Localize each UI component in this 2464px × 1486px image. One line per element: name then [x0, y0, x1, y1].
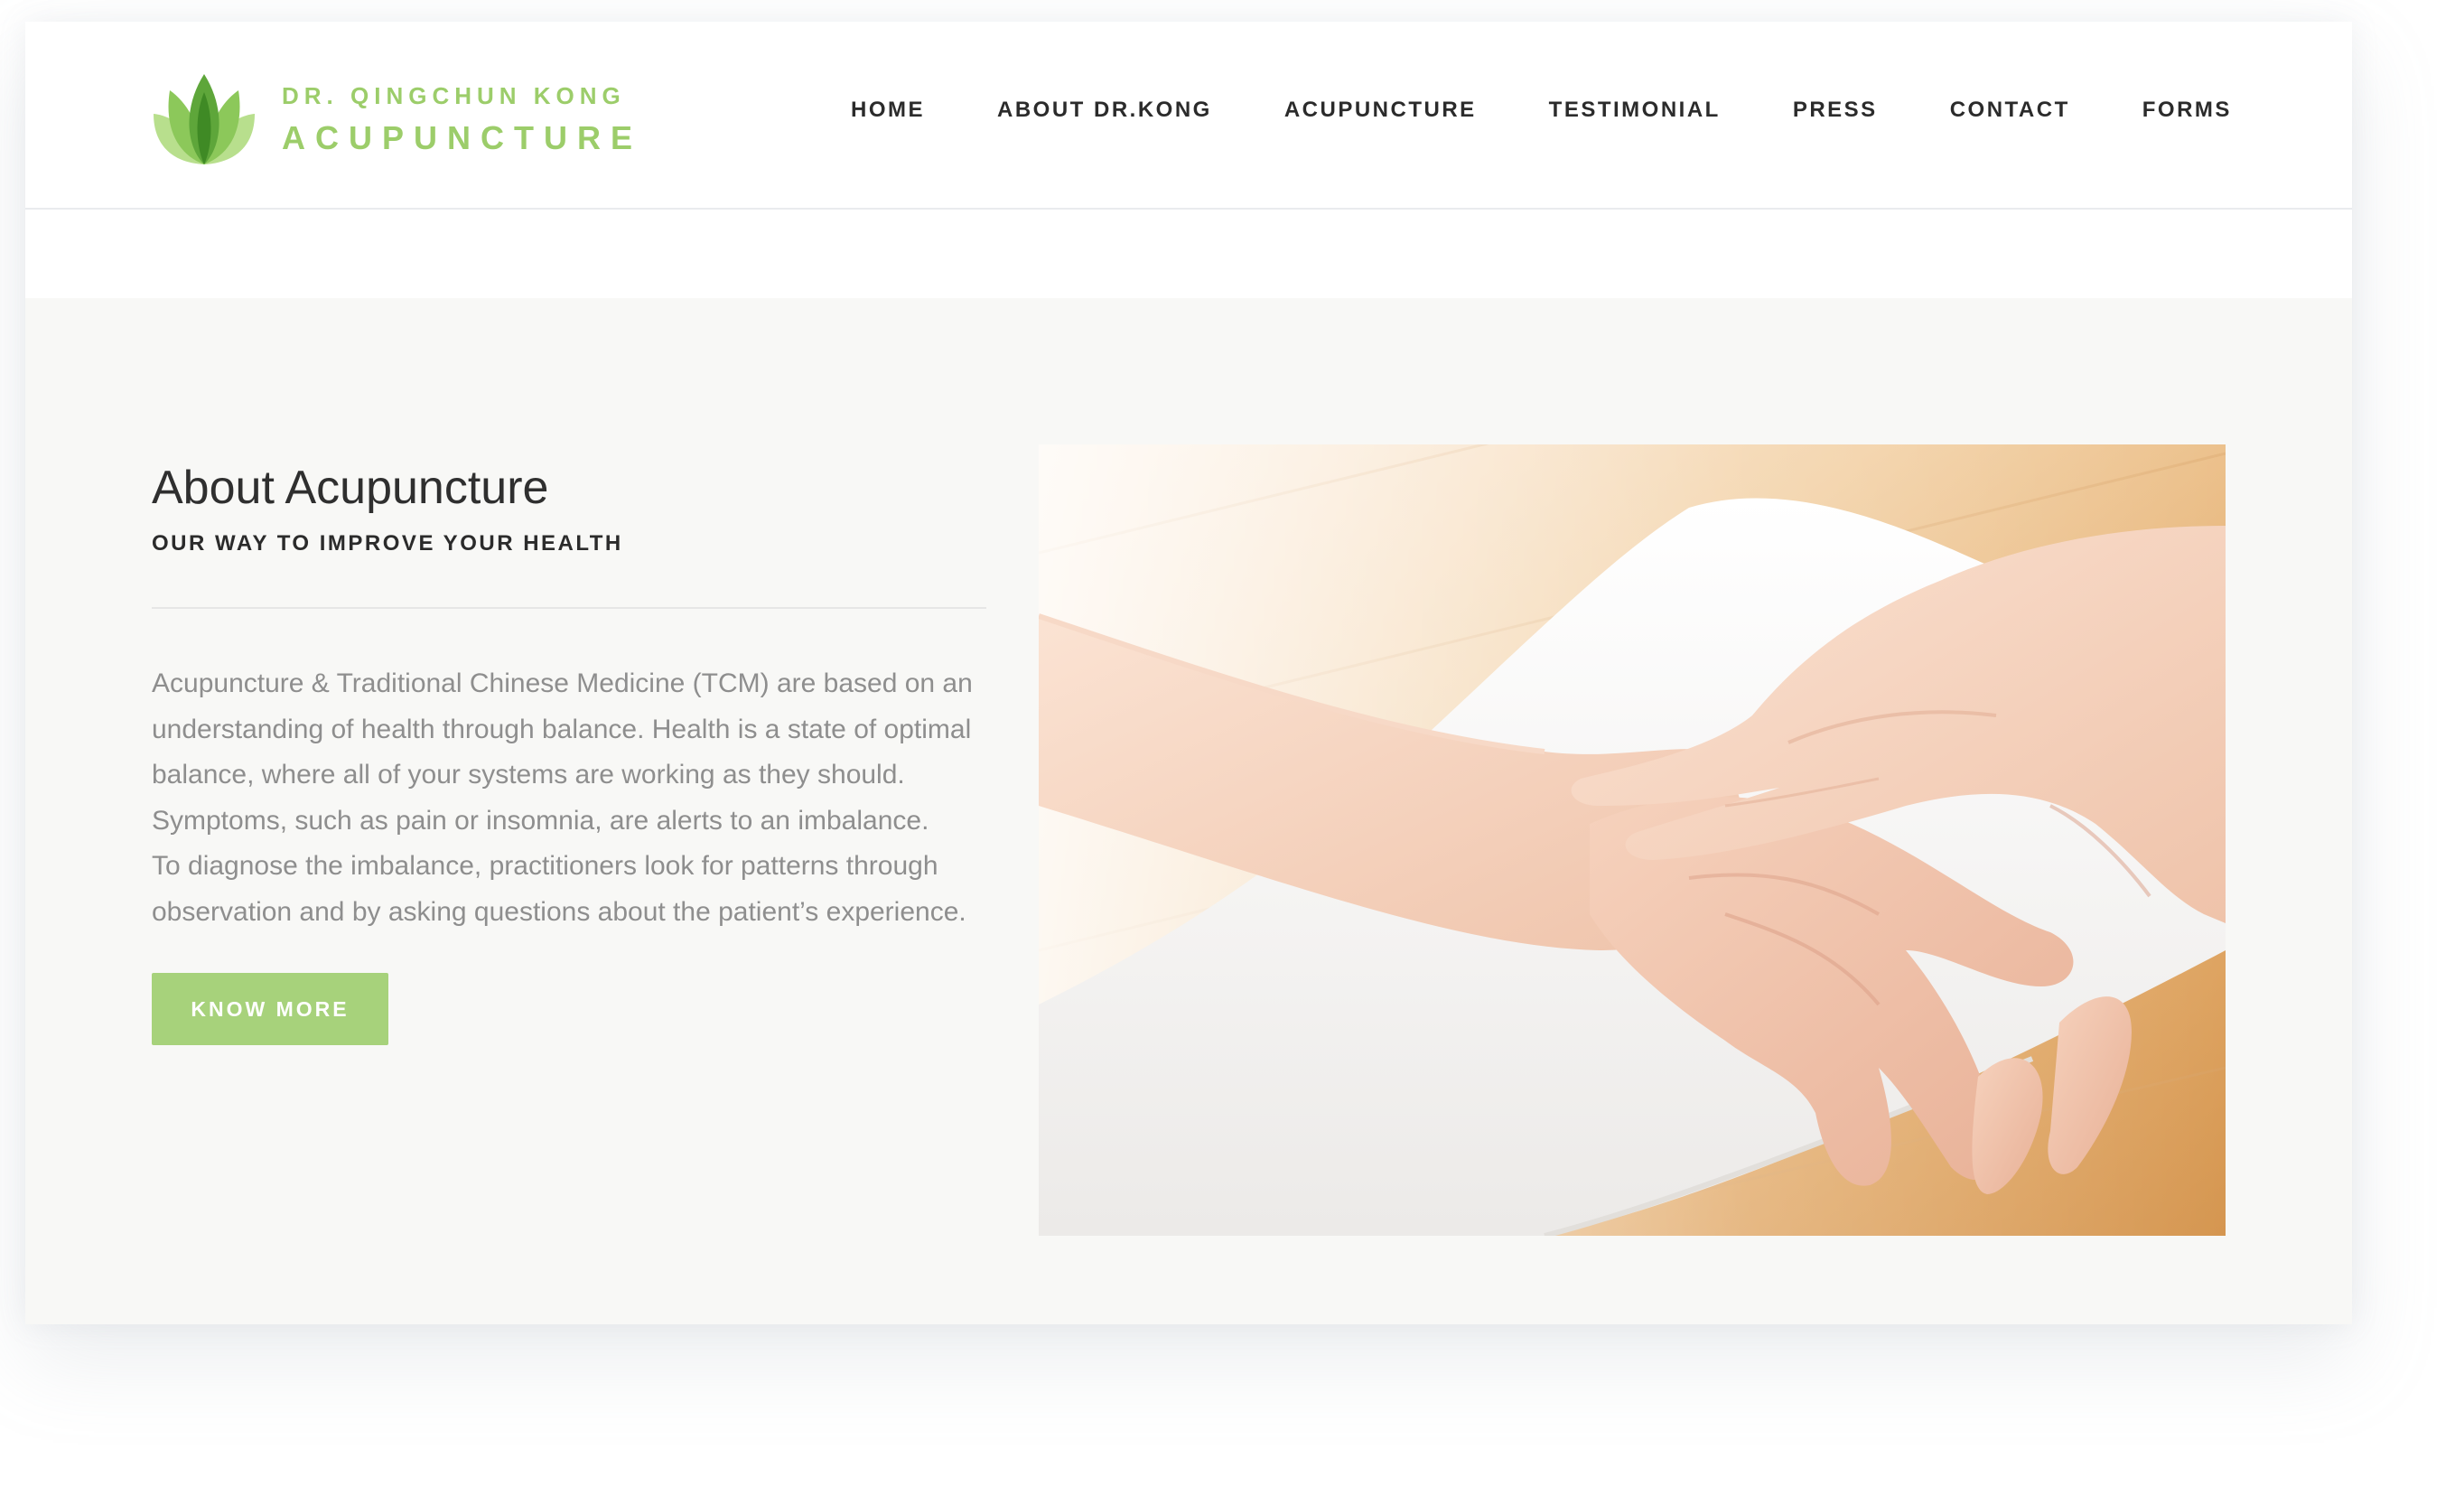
photo-illustration [1039, 444, 2226, 1236]
nav-item-forms[interactable]: FORMS [2142, 98, 2232, 123]
know-more-button[interactable]: KNOW MORE [152, 973, 388, 1045]
nav-item-contact[interactable]: CONTACT [1950, 98, 2070, 123]
header-spacer [25, 211, 2352, 298]
nav-item-press[interactable]: PRESS [1793, 98, 1878, 123]
about-content: About Acupuncture OUR WAY TO IMPROVE YOU… [152, 461, 986, 1045]
browser-frame: DR. QINGCHUN KONG ACUPUNCTURE HOME ABOUT… [25, 22, 2352, 1324]
section-title: About Acupuncture [152, 462, 549, 514]
nav-item-home[interactable]: HOME [851, 98, 925, 123]
pulse-diagnosis-photo [1039, 444, 2226, 1236]
nav-item-about[interactable]: ABOUT DR.KONG [997, 98, 1212, 123]
brand-tagline: ACUPUNCTURE [282, 119, 642, 156]
about-paragraph-1: Acupuncture & Traditional Chinese Medici… [152, 668, 973, 836]
site-logo[interactable]: DR. QINGCHUN KONG ACUPUNCTURE [152, 72, 642, 166]
section-subtitle: OUR WAY TO IMPROVE YOUR HEALTH [152, 531, 623, 556]
nav-item-acupuncture[interactable]: ACUPUNCTURE [1284, 98, 1477, 123]
divider [152, 607, 986, 609]
about-body: Acupuncture & Traditional Chinese Medici… [152, 661, 986, 935]
lotus-logo-icon [154, 74, 255, 164]
about-section: About Acupuncture OUR WAY TO IMPROVE YOU… [25, 298, 2352, 1324]
main-nav: HOME ABOUT DR.KONG ACUPUNCTURE TESTIMONI… [851, 98, 2232, 123]
brand-name: DR. QINGCHUN KONG [282, 82, 626, 109]
site-header: DR. QINGCHUN KONG ACUPUNCTURE HOME ABOUT… [25, 22, 2352, 210]
about-paragraph-2: To diagnose the imbalance, practitioners… [152, 851, 966, 927]
nav-item-testimonial[interactable]: TESTIMONIAL [1549, 98, 1721, 123]
